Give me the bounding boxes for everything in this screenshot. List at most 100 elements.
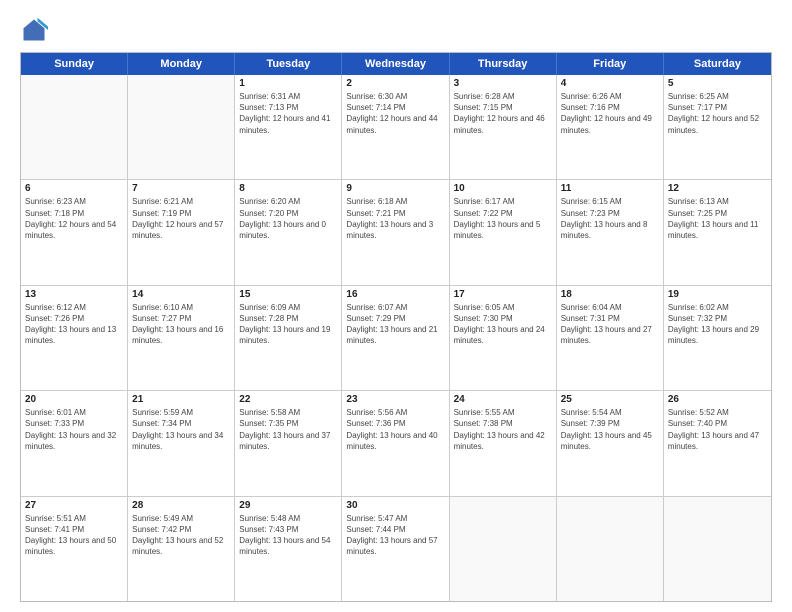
logo [20, 16, 52, 44]
day-number: 23 [346, 394, 444, 405]
header [20, 16, 772, 44]
day-number: 10 [454, 183, 552, 194]
weekday-header-monday: Monday [128, 53, 235, 75]
day-info: Sunrise: 6:28 AMSunset: 7:15 PMDaylight:… [454, 91, 552, 136]
page: SundayMondayTuesdayWednesdayThursdayFrid… [0, 0, 792, 612]
day-cell-27: 27Sunrise: 5:51 AMSunset: 7:41 PMDayligh… [21, 497, 128, 601]
day-cell-6: 6 Sunrise: 6:23 AMSunset: 7:18 PMDaylight… [21, 180, 128, 284]
day-number: 17 [454, 289, 552, 300]
day-info: Sunrise: 5:47 AMSunset: 7:44 PMDaylight:… [346, 513, 444, 558]
day-number: 2 [346, 78, 444, 89]
day-number: 16 [346, 289, 444, 300]
day-cell-5: 5Sunrise: 6:25 AMSunset: 7:17 PMDaylight… [664, 75, 771, 179]
day-cell-14: 14 Sunrise: 6:10 AMSunset: 7:27 PMDayligh… [128, 286, 235, 390]
day-info: Sunrise: 6:20 AMSunset: 7:20 PMDaylight:… [239, 196, 337, 241]
day-cell-20: 20Sunrise: 6:01 AMSunset: 7:33 PMDayligh… [21, 391, 128, 495]
day-cell-11: 11Sunrise: 6:15 AMSunset: 7:23 PMDayligh… [557, 180, 664, 284]
day-cell-30: 30 Sunrise: 5:47 AMSunset: 7:44 PMDayligh… [342, 497, 449, 601]
weekday-header-wednesday: Wednesday [342, 53, 449, 75]
day-info: Sunrise: 6:05 AMSunset: 7:30 PMDaylight:… [454, 302, 552, 347]
empty-cell [557, 497, 664, 601]
day-info: Sunrise: 6:02 AMSunset: 7:32 PMDaylight:… [668, 302, 767, 347]
calendar-row-1: 1 Sunrise: 6:31 AMSunset: 7:13 PMDaylight… [21, 75, 771, 179]
day-number: 4 [561, 78, 659, 89]
calendar-header: SundayMondayTuesdayWednesdayThursdayFrid… [21, 53, 771, 75]
logo-icon [20, 16, 48, 44]
day-cell-4: 4 Sunrise: 6:26 AMSunset: 7:16 PMDaylight… [557, 75, 664, 179]
calendar-row-2: 6 Sunrise: 6:23 AMSunset: 7:18 PMDaylight… [21, 179, 771, 284]
day-info: Sunrise: 6:13 AMSunset: 7:25 PMDaylight:… [668, 196, 767, 241]
day-number: 3 [454, 78, 552, 89]
day-info: Sunrise: 5:58 AMSunset: 7:35 PMDaylight:… [239, 407, 337, 452]
calendar: SundayMondayTuesdayWednesdayThursdayFrid… [20, 52, 772, 602]
day-cell-24: 24 Sunrise: 5:55 AMSunset: 7:38 PMDayligh… [450, 391, 557, 495]
day-info: Sunrise: 6:30 AMSunset: 7:14 PMDaylight:… [346, 91, 444, 136]
day-info: Sunrise: 6:31 AMSunset: 7:13 PMDaylight:… [239, 91, 337, 136]
day-info: Sunrise: 6:23 AMSunset: 7:18 PMDaylight:… [25, 196, 123, 241]
day-info: Sunrise: 6:26 AMSunset: 7:16 PMDaylight:… [561, 91, 659, 136]
day-number: 30 [346, 500, 444, 511]
day-number: 15 [239, 289, 337, 300]
day-cell-28: 28 Sunrise: 5:49 AMSunset: 7:42 PMDayligh… [128, 497, 235, 601]
day-number: 21 [132, 394, 230, 405]
day-cell-7: 7 Sunrise: 6:21 AMSunset: 7:19 PMDaylight… [128, 180, 235, 284]
day-info: Sunrise: 6:01 AMSunset: 7:33 PMDaylight:… [25, 407, 123, 452]
day-number: 12 [668, 183, 767, 194]
empty-cell [450, 497, 557, 601]
day-number: 1 [239, 78, 337, 89]
day-cell-16: 16 Sunrise: 6:07 AMSunset: 7:29 PMDayligh… [342, 286, 449, 390]
day-number: 8 [239, 183, 337, 194]
day-cell-13: 13 Sunrise: 6:12 AMSunset: 7:26 PMDayligh… [21, 286, 128, 390]
day-cell-15: 15 Sunrise: 6:09 AMSunset: 7:28 PMDayligh… [235, 286, 342, 390]
day-number: 22 [239, 394, 337, 405]
day-info: Sunrise: 6:15 AMSunset: 7:23 PMDaylight:… [561, 196, 659, 241]
day-info: Sunrise: 6:18 AMSunset: 7:21 PMDaylight:… [346, 196, 444, 241]
weekday-header-tuesday: Tuesday [235, 53, 342, 75]
day-number: 24 [454, 394, 552, 405]
day-info: Sunrise: 5:56 AMSunset: 7:36 PMDaylight:… [346, 407, 444, 452]
calendar-row-4: 20Sunrise: 6:01 AMSunset: 7:33 PMDayligh… [21, 390, 771, 495]
day-info: Sunrise: 6:12 AMSunset: 7:26 PMDaylight:… [25, 302, 123, 347]
day-info: Sunrise: 5:52 AMSunset: 7:40 PMDaylight:… [668, 407, 767, 452]
calendar-row-5: 27Sunrise: 5:51 AMSunset: 7:41 PMDayligh… [21, 496, 771, 601]
day-cell-26: 26 Sunrise: 5:52 AMSunset: 7:40 PMDayligh… [664, 391, 771, 495]
calendar-row-3: 13 Sunrise: 6:12 AMSunset: 7:26 PMDayligh… [21, 285, 771, 390]
day-info: Sunrise: 6:21 AMSunset: 7:19 PMDaylight:… [132, 196, 230, 241]
day-cell-19: 19 Sunrise: 6:02 AMSunset: 7:32 PMDayligh… [664, 286, 771, 390]
empty-cell [664, 497, 771, 601]
day-number: 7 [132, 183, 230, 194]
day-info: Sunrise: 6:10 AMSunset: 7:27 PMDaylight:… [132, 302, 230, 347]
day-number: 18 [561, 289, 659, 300]
day-info: Sunrise: 5:49 AMSunset: 7:42 PMDaylight:… [132, 513, 230, 558]
day-cell-1: 1 Sunrise: 6:31 AMSunset: 7:13 PMDaylight… [235, 75, 342, 179]
day-number: 6 [25, 183, 123, 194]
day-cell-22: 22 Sunrise: 5:58 AMSunset: 7:35 PMDayligh… [235, 391, 342, 495]
weekday-header-saturday: Saturday [664, 53, 771, 75]
day-info: Sunrise: 6:04 AMSunset: 7:31 PMDaylight:… [561, 302, 659, 347]
calendar-body: 1 Sunrise: 6:31 AMSunset: 7:13 PMDaylight… [21, 75, 771, 601]
day-number: 28 [132, 500, 230, 511]
day-number: 9 [346, 183, 444, 194]
day-number: 13 [25, 289, 123, 300]
day-info: Sunrise: 5:55 AMSunset: 7:38 PMDaylight:… [454, 407, 552, 452]
day-cell-21: 21Sunrise: 5:59 AMSunset: 7:34 PMDayligh… [128, 391, 235, 495]
day-info: Sunrise: 5:51 AMSunset: 7:41 PMDaylight:… [25, 513, 123, 558]
day-number: 19 [668, 289, 767, 300]
day-number: 5 [668, 78, 767, 89]
day-number: 26 [668, 394, 767, 405]
day-cell-9: 9 Sunrise: 6:18 AMSunset: 7:21 PMDaylight… [342, 180, 449, 284]
day-info: Sunrise: 6:17 AMSunset: 7:22 PMDaylight:… [454, 196, 552, 241]
day-cell-12: 12 Sunrise: 6:13 AMSunset: 7:25 PMDayligh… [664, 180, 771, 284]
weekday-header-sunday: Sunday [21, 53, 128, 75]
day-info: Sunrise: 6:09 AMSunset: 7:28 PMDaylight:… [239, 302, 337, 347]
empty-cell [128, 75, 235, 179]
weekday-header-thursday: Thursday [450, 53, 557, 75]
day-info: Sunrise: 6:07 AMSunset: 7:29 PMDaylight:… [346, 302, 444, 347]
day-cell-25: 25Sunrise: 5:54 AMSunset: 7:39 PMDayligh… [557, 391, 664, 495]
day-cell-3: 3 Sunrise: 6:28 AMSunset: 7:15 PMDaylight… [450, 75, 557, 179]
day-cell-23: 23 Sunrise: 5:56 AMSunset: 7:36 PMDayligh… [342, 391, 449, 495]
day-cell-29: 29Sunrise: 5:48 AMSunset: 7:43 PMDayligh… [235, 497, 342, 601]
day-cell-8: 8 Sunrise: 6:20 AMSunset: 7:20 PMDaylight… [235, 180, 342, 284]
day-info: Sunrise: 5:48 AMSunset: 7:43 PMDaylight:… [239, 513, 337, 558]
day-number: 14 [132, 289, 230, 300]
